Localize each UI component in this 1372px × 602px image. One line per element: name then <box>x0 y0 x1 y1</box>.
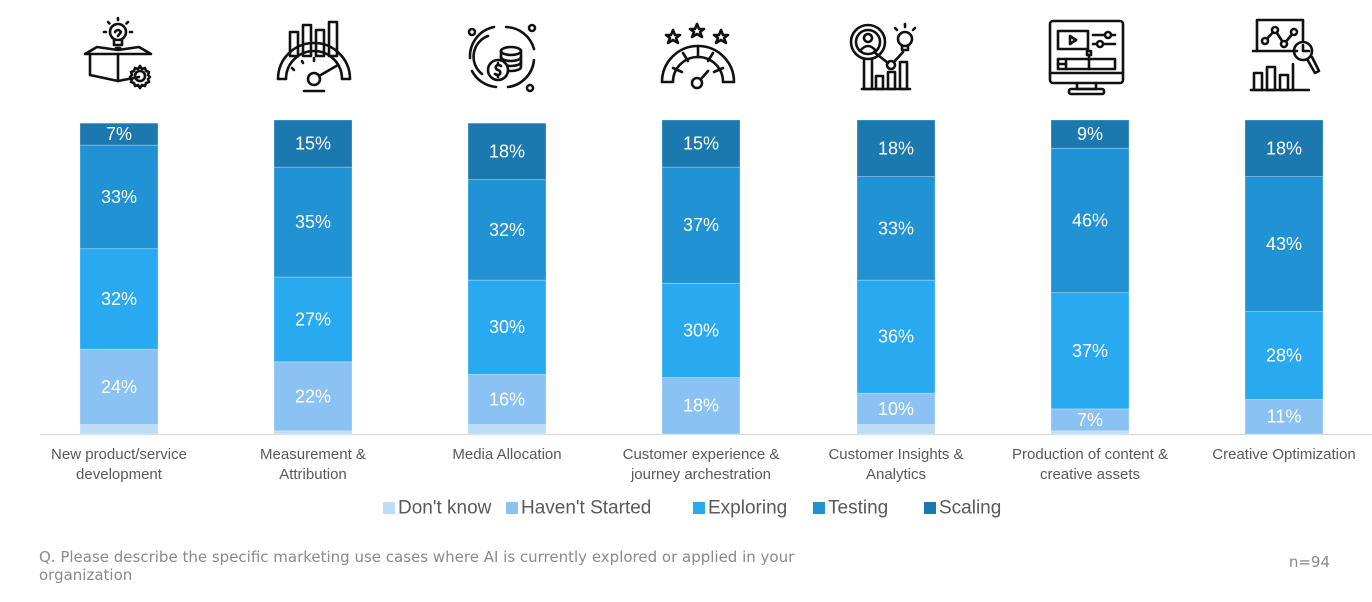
category-label: Measurement & Attribution <box>260 446 366 483</box>
data-label: 30% <box>683 320 719 340</box>
data-label: 32% <box>101 289 137 309</box>
data-label: 16% <box>489 389 525 409</box>
data-label: 28% <box>1266 346 1302 366</box>
data-label: 32% <box>489 220 525 240</box>
speedometer-bar-chart-icon <box>276 20 352 93</box>
legend-swatch <box>506 502 518 514</box>
data-label: 37% <box>1072 341 1108 361</box>
category-label: Media Allocation <box>452 446 561 463</box>
data-label: 18% <box>489 141 525 161</box>
bar-segment-don-t-know <box>1050 430 1130 435</box>
legend-item: Don't know <box>383 498 492 519</box>
legend-swatch <box>924 502 936 514</box>
rating-gauge-stars-icon <box>660 22 736 90</box>
stacked-bar-chart: 24% 32% 33% 7% 22% 27% 35% 15% 16% 30% 32% 18% 18% 30… <box>40 16 1372 519</box>
sample-size: n=94 <box>1288 553 1330 571</box>
bar-segment-don-t-know <box>79 424 159 435</box>
data-label: 22% <box>295 386 331 406</box>
data-label: 24% <box>101 377 137 397</box>
legend-label: Don't know <box>398 498 492 519</box>
legend-label: Exploring <box>708 498 787 519</box>
data-label: 33% <box>101 187 137 207</box>
product-box-lightbulb-gear-icon <box>83 16 153 90</box>
magnifier-user-lightbulb-icon <box>849 22 917 91</box>
data-label: 7% <box>106 124 132 144</box>
category-icons <box>83 16 1321 96</box>
data-label: 7% <box>1077 410 1103 430</box>
data-label: 18% <box>1266 138 1302 158</box>
data-label: 43% <box>1266 234 1302 254</box>
category-labels: New product/service development Measuremen… <box>51 446 1356 483</box>
data-label: 30% <box>489 317 525 337</box>
data-label: 9% <box>1077 124 1103 144</box>
data-label: 35% <box>295 212 331 232</box>
data-label: 10% <box>878 399 914 419</box>
legend-swatch <box>693 502 705 514</box>
category-label: Creative Optimization <box>1212 446 1355 463</box>
legend-item: Testing <box>813 498 888 519</box>
legend-item: Exploring <box>693 498 787 519</box>
coins-cycle-icon <box>467 23 537 93</box>
bars-layer: 24% 32% 33% 7% 22% 27% 35% 15% 16% 30% 32% 18% 18% 30… <box>79 119 1324 435</box>
data-label: 27% <box>295 309 331 329</box>
legend-item: Haven't Started <box>506 498 651 519</box>
data-label: 33% <box>878 218 914 238</box>
category-label: Customer Insights & Analytics <box>828 446 963 483</box>
legend-label: Scaling <box>939 498 1001 519</box>
data-label: 37% <box>683 215 719 235</box>
data-label: 46% <box>1072 210 1108 230</box>
data-label: 18% <box>878 138 914 158</box>
legend-label: Testing <box>828 498 888 519</box>
category-label: Customer experience & journey archestrati… <box>623 446 780 483</box>
data-label: 36% <box>878 327 914 347</box>
data-label: 15% <box>683 134 719 154</box>
data-label: 15% <box>295 134 331 154</box>
category-label: New product/service development <box>51 446 187 483</box>
legend-item: Scaling <box>924 498 1001 519</box>
legend-label: Haven't Started <box>521 498 651 519</box>
legend-swatch <box>813 502 825 514</box>
legend-swatch <box>383 502 395 514</box>
category-label: Production of content & creative assets <box>1012 446 1168 483</box>
data-label: 18% <box>683 396 719 416</box>
data-label: 11% <box>1267 407 1302 427</box>
bar-segment-don-t-know <box>856 424 936 435</box>
survey-question-footnote: Q. Please describe the specific marketin… <box>39 548 795 584</box>
bar-segment-don-t-know <box>273 430 353 435</box>
monitor-video-editor-icon <box>1048 19 1125 96</box>
bar-segment-don-t-know <box>467 424 547 435</box>
laptop-analytics-magnifier-icon <box>1249 18 1321 92</box>
legend: Don't know Haven't Started Exploring Testin… <box>383 498 1001 519</box>
